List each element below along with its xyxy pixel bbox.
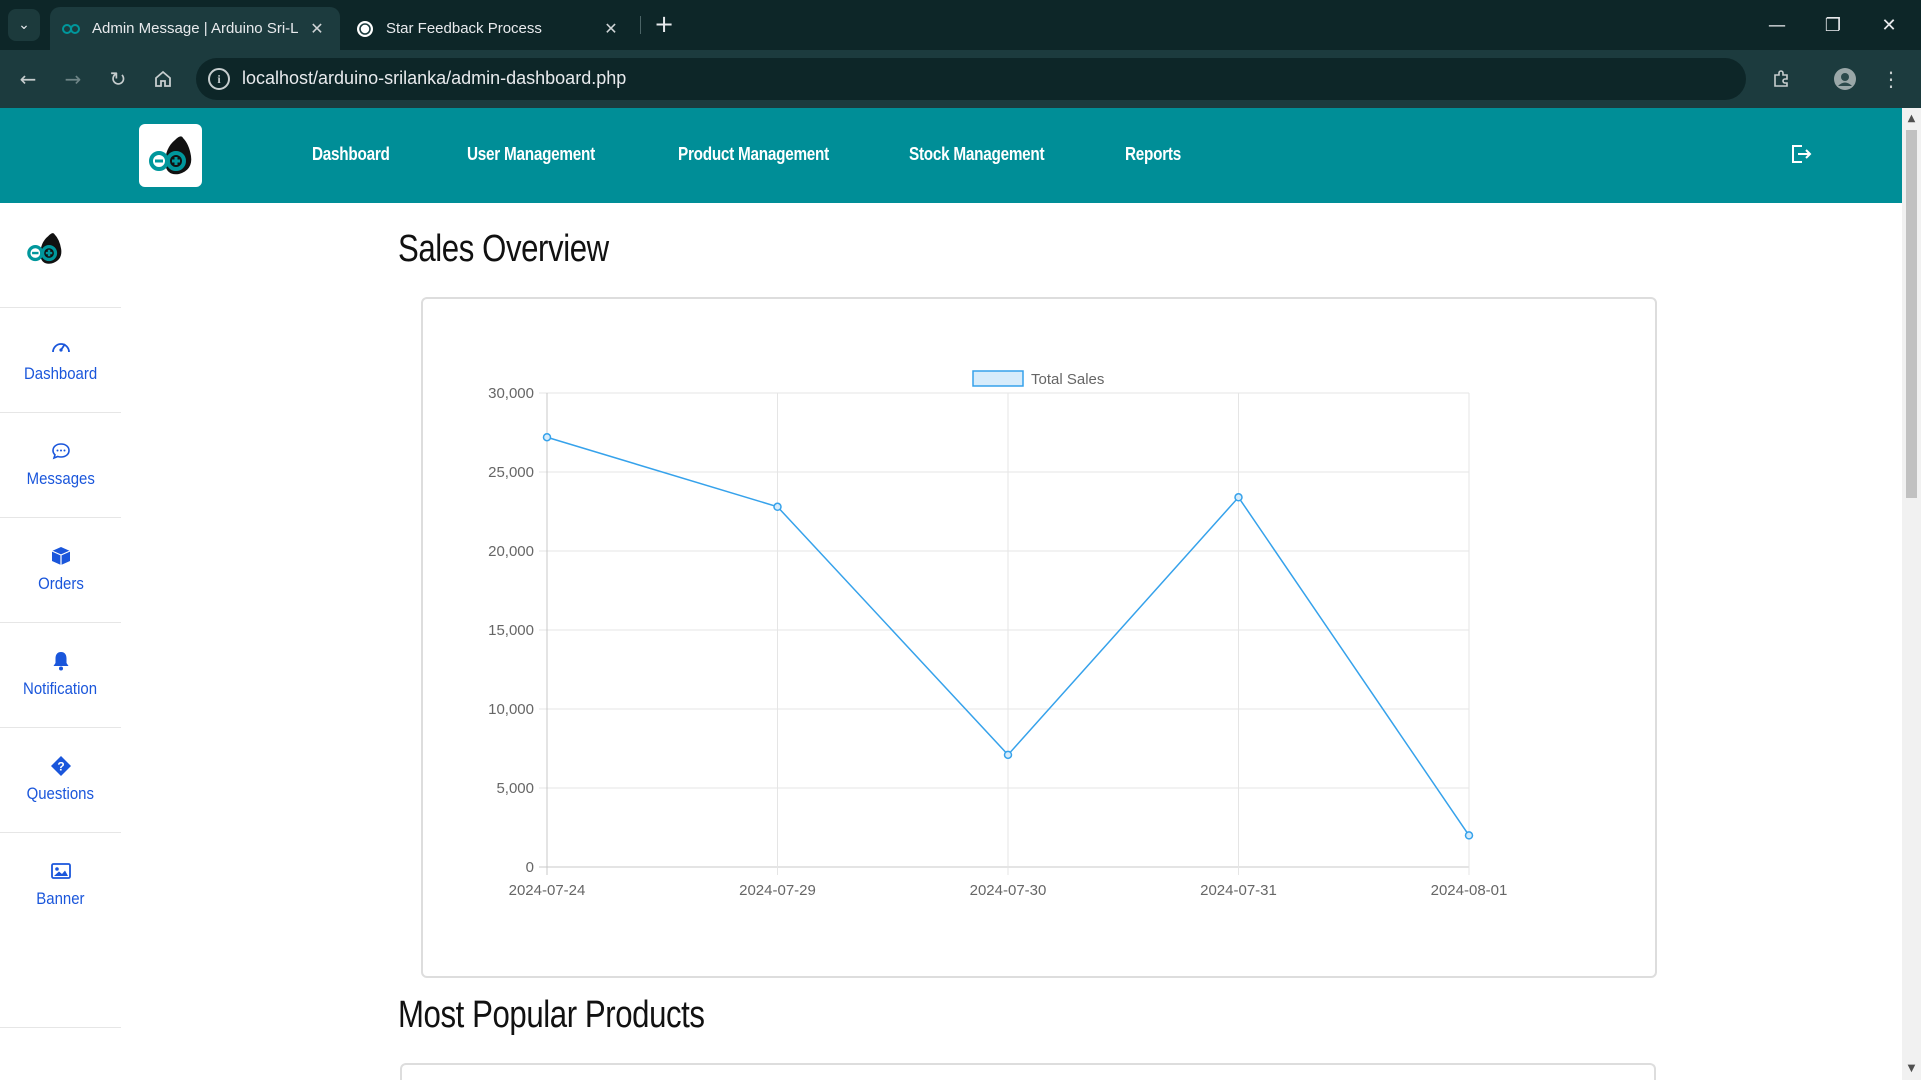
y-tick-label: 15,000 (488, 622, 534, 639)
scroll-up-icon[interactable]: ▲ (1906, 114, 1917, 124)
data-point (1464, 831, 1474, 840)
sidebar-item-label: Orders (37, 573, 84, 593)
address-bar[interactable]: i localhost/arduino-srilanka/admin-dashb… (196, 58, 1746, 100)
x-tick-label: 2024-07-24 (509, 882, 586, 899)
svg-text:?: ? (57, 759, 64, 773)
sales-overview-title: Sales Overview (398, 228, 609, 270)
y-tick-label: 20,000 (488, 543, 534, 560)
close-window-icon[interactable]: ✕ (1861, 0, 1917, 50)
image-icon (50, 861, 71, 881)
browser-menu-icon[interactable]: ⋮ (1876, 64, 1906, 94)
nav-stock-management[interactable]: Stock Management (909, 144, 1045, 165)
data-point (773, 502, 782, 512)
sidebar-logo[interactable] (24, 231, 66, 271)
site-info-icon[interactable]: i (208, 68, 230, 90)
back-icon[interactable]: ← (13, 64, 43, 94)
new-tab-button[interactable]: + (650, 11, 678, 39)
forward-icon[interactable]: → (58, 64, 88, 94)
x-tick-label: 2024-07-29 (739, 882, 816, 899)
close-tab-icon[interactable]: ✕ (306, 19, 328, 39)
page-scrollbar[interactable]: ▲ ▼ (1902, 108, 1921, 1080)
data-point (1003, 750, 1013, 760)
data-point (542, 432, 552, 442)
top-navbar: Dashboard User Management Product Manage… (0, 108, 1902, 203)
nav-user-management[interactable]: User Management (467, 144, 595, 165)
legend-label: Total Sales (1031, 371, 1104, 388)
tab-separator (640, 16, 641, 34)
gauge-icon (51, 336, 71, 356)
sidebar-item-label: Messages (26, 468, 95, 488)
nav-product-management[interactable]: Product Management (678, 144, 829, 165)
browser-toolbar: ← → ↻ i localhost/arduino-srilanka/admin… (0, 50, 1921, 134)
y-tick-label: 10,000 (488, 701, 534, 718)
page-viewport: Dashboard User Management Product Manage… (0, 108, 1902, 1080)
url-text[interactable]: localhost/arduino-srilanka/admin-dashboa… (242, 68, 626, 89)
sidebar-item-notification[interactable]: Notification (0, 622, 121, 726)
chat-icon (51, 441, 71, 461)
legend-swatch (972, 370, 1024, 387)
close-tab-icon[interactable]: ✕ (600, 19, 622, 39)
sidebar-item-banner[interactable]: Banner (0, 832, 121, 936)
nav-reports[interactable]: Reports (1125, 144, 1181, 165)
browser-tab[interactable]: Star Feedback Process ✕ (344, 7, 634, 50)
scroll-down-icon[interactable]: ▼ (1906, 1064, 1917, 1074)
bell-icon (51, 651, 71, 671)
profile-avatar-icon[interactable] (1830, 64, 1860, 94)
tab-search-button[interactable]: ⌄ (8, 9, 40, 41)
box-icon (51, 546, 71, 566)
y-tick-label: 0 (526, 859, 534, 876)
minimize-icon[interactable]: — (1749, 0, 1805, 50)
y-tick-label: 5,000 (496, 780, 534, 797)
x-tick-label: 2024-08-01 (1431, 882, 1508, 899)
sidebar-item-label: Questions (26, 783, 95, 803)
site-logo[interactable] (139, 124, 202, 187)
sidebar-item-label: Dashboard (23, 363, 98, 383)
sidebar-item-label: Notification (23, 678, 98, 698)
sidebar-item-dashboard[interactable]: Dashboard (0, 307, 121, 411)
sidebar: Dashboard Messages Orders Notification ?… (0, 203, 121, 1080)
sidebar-item-orders[interactable]: Orders (0, 517, 121, 621)
popular-products-title: Most Popular Products (398, 994, 705, 1036)
x-tick-label: 2024-07-30 (970, 882, 1047, 899)
reload-icon[interactable]: ↻ (103, 64, 133, 94)
restore-icon[interactable]: ❐ (1805, 0, 1861, 50)
arduino-logo-icon (27, 233, 62, 264)
data-point (1234, 493, 1243, 502)
sales-chart-card: 0 5,000 10,000 15,000 20,000 25,000 30,000 2024… (421, 297, 1657, 978)
sidebar-item-messages[interactable]: Messages (0, 412, 121, 516)
scrollbar-thumb[interactable] (1906, 130, 1917, 498)
home-icon[interactable] (148, 64, 178, 94)
nav-dashboard[interactable]: Dashboard (312, 144, 390, 165)
popular-products-card (400, 1063, 1656, 1080)
sales-line-chart: 0 5,000 10,000 15,000 20,000 25,000 30,000 2024… (488, 370, 1508, 899)
openai-favicon-icon (356, 20, 374, 38)
y-tick-label: 25,000 (488, 464, 534, 481)
question-icon: ? (50, 755, 71, 776)
extensions-icon[interactable] (1766, 64, 1796, 94)
arduino-favicon-icon (62, 20, 80, 38)
browser-tab-bar: ⌄ Admin Message | Arduino Sri-L ✕ Star F… (0, 0, 1921, 50)
logout-icon[interactable] (1789, 142, 1813, 166)
x-tick-label: 2024-07-31 (1200, 882, 1277, 899)
sidebar-item-questions[interactable]: ? Questions (0, 727, 121, 831)
tab-title: Star Feedback Process (386, 20, 542, 37)
browser-tab-active[interactable]: Admin Message | Arduino Sri-L ✕ (50, 7, 340, 50)
arduino-logo-icon (148, 135, 191, 174)
sidebar-divider (0, 1027, 121, 1028)
sidebar-item-label: Banner (36, 888, 85, 908)
y-tick-label: 30,000 (488, 385, 534, 402)
tab-title: Admin Message | Arduino Sri-L (92, 20, 299, 37)
